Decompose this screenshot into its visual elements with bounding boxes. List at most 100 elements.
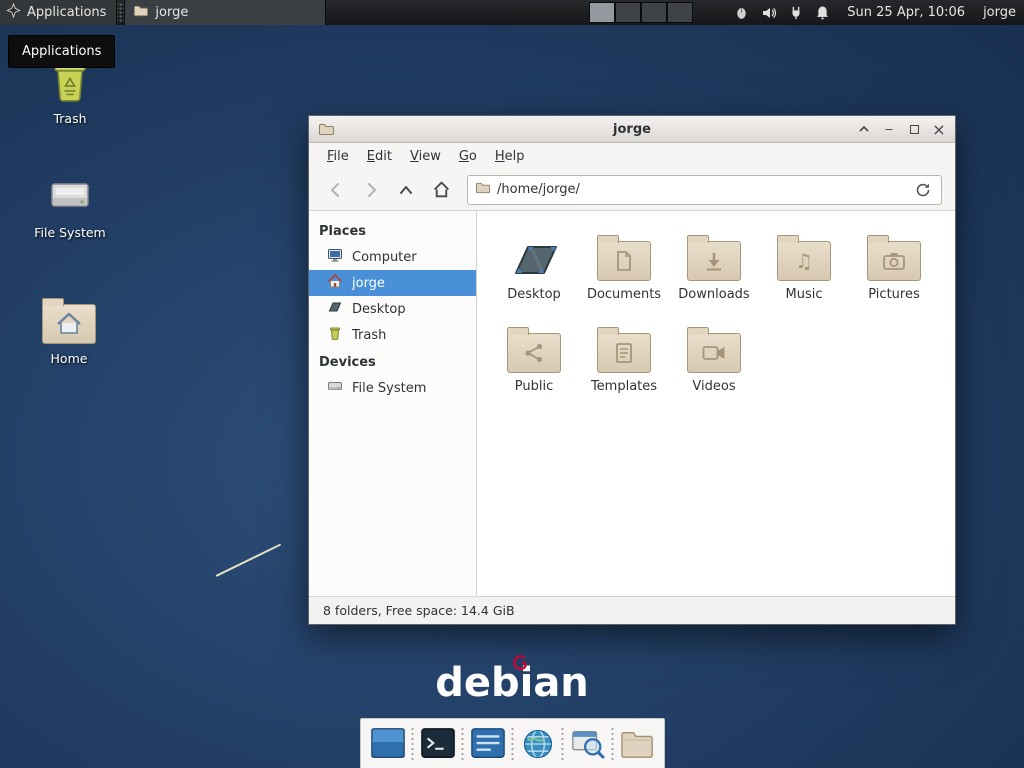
workspace-4[interactable] [667,2,693,23]
sidebar-item-trash[interactable]: Trash [309,322,476,348]
workspace-3[interactable] [641,2,667,23]
shade-button[interactable] [857,122,871,136]
browser-globe-icon [520,726,556,762]
templates-folder-icon [597,315,651,373]
dock-launcher-terminal[interactable] [417,723,459,765]
file-label: Templates [591,379,657,394]
minimize-button[interactable]: ‒ [882,122,896,136]
menu-view[interactable]: View [401,146,450,167]
debian-logo: debian [435,660,589,706]
close-button[interactable]: × [932,122,946,136]
file-item-templates[interactable]: Templates [579,315,669,407]
computer-icon [327,247,343,267]
input-device-icon[interactable] [733,4,750,21]
menu-go[interactable]: Go [450,146,486,167]
public-folder-icon [507,315,561,373]
window-folder-icon [318,121,334,141]
maximize-button[interactable] [907,122,921,136]
dock-launcher-web-browser[interactable] [517,723,559,765]
applications-menu-label: Applications [27,5,106,20]
dock-launcher-file-manager[interactable] [617,723,659,765]
menu-file[interactable]: File [318,146,358,167]
desktop-icon-label: Home [26,351,112,366]
sidebar-item-label: jorge [352,276,385,291]
taskbar-window-label: jorge [155,5,188,20]
sidebar-item-label: File System [352,381,426,396]
file-item-downloads[interactable]: Downloads [669,223,759,315]
menu-edit[interactable]: Edit [358,146,401,167]
dock-separator [460,728,465,760]
terminal-icon [419,726,457,762]
desktop-pad-icon [506,223,562,281]
sidebar-item-label: Trash [352,328,386,343]
sidebar-item-desktop[interactable]: Desktop [309,296,476,322]
sidebar-item-label: Computer [352,250,417,265]
bottom-dock [360,718,665,768]
desktop-window-icon [369,726,407,762]
trash-icon [327,325,343,345]
file-item-documents[interactable]: Documents [579,223,669,315]
dock-launcher-cli[interactable] [467,723,509,765]
file-label: Music [786,287,823,302]
file-manager-window: jorge ‒ × File Edit View Go Help [308,115,956,625]
titlebar[interactable]: jorge ‒ × [309,116,955,143]
dock-launcher-desktop[interactable] [367,723,409,765]
desktop-icon-label: Trash [27,111,113,126]
app-finder-magnifier-icon [569,726,607,762]
pictures-folder-icon [867,223,921,281]
clock: Sun 25 Apr, 10:06 [847,5,965,20]
toolbar [309,169,955,211]
menu-help[interactable]: Help [486,146,534,167]
file-manager-folder-icon [619,727,657,761]
file-label: Pictures [868,287,919,302]
dock-separator [560,728,565,760]
top-panel: Applications jorge Sun 25 Apr, 10:06 jor… [0,0,1024,25]
file-label: Documents [587,287,661,302]
music-note-icon: ♫ [795,251,813,271]
file-item-videos[interactable]: Videos [669,315,759,407]
sidebar-item-label: Desktop [352,302,406,317]
file-grid: Desktop Documents Downloads [477,211,955,596]
sidebar-item-computer[interactable]: Computer [309,244,476,270]
sidebar-item-file-system[interactable]: File System [309,375,476,401]
sidebar: Places Computer jorge Desktop [309,211,477,596]
file-item-music[interactable]: ♫ Music [759,223,849,315]
path-bar[interactable] [467,175,942,205]
console-lines-icon [469,726,507,762]
sidebar-item-jorge[interactable]: jorge [309,270,476,296]
power-plug-icon[interactable] [787,4,804,21]
sidebar-places-header: Places [309,217,476,244]
desktop-icon-label: File System [27,225,113,240]
path-input[interactable] [497,182,912,197]
workspace-pager[interactable] [589,2,693,23]
desktop-icon-home[interactable]: Home [26,296,112,366]
workspace-2[interactable] [615,2,641,23]
desktop-icon-file-system[interactable]: File System [27,170,113,240]
reload-button[interactable] [912,179,934,201]
file-label: Public [515,379,553,394]
file-label: Desktop [507,287,561,302]
workspace-1[interactable] [589,2,615,23]
notifications-bell-icon[interactable] [814,4,831,21]
dock-launcher-app-finder[interactable] [567,723,609,765]
forward-button[interactable] [357,176,385,204]
back-button[interactable] [322,176,350,204]
hard-drive-icon [327,378,343,398]
window-content: Places Computer jorge Desktop [309,211,955,596]
downloads-folder-icon [687,223,741,281]
system-tray: Sun 25 Apr, 10:06 jorge [589,0,1024,25]
menubar: File Edit View Go Help [309,143,955,169]
applications-menu-button[interactable]: Applications [0,0,117,25]
volume-icon[interactable] [760,4,777,21]
desktop-icon [327,299,343,319]
home-folder-icon [26,296,112,344]
window-title: jorge [613,122,651,137]
up-button[interactable] [392,176,420,204]
applications-menu-icon [6,3,21,22]
taskbar-window-button[interactable]: jorge [124,0,326,25]
file-item-desktop[interactable]: Desktop [489,223,579,315]
home-button[interactable] [427,176,455,204]
file-item-public[interactable]: Public [489,315,579,407]
dock-separator [610,728,615,760]
file-item-pictures[interactable]: Pictures [849,223,939,315]
